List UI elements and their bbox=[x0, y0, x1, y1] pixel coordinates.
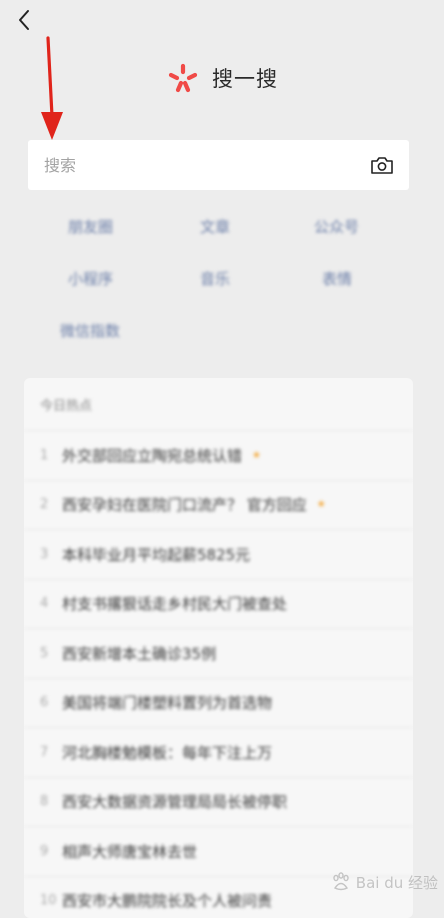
list-item[interactable]: 3 本科毕业月平均起薪5825元 bbox=[24, 529, 413, 579]
search-input[interactable] bbox=[44, 156, 369, 175]
category-articles[interactable]: 文章 bbox=[200, 216, 230, 237]
rank-number: 1 bbox=[40, 448, 62, 463]
hot-item-text: 河北胸楼勉模板：每年下注上万 bbox=[62, 742, 272, 763]
rank-number: 4 bbox=[40, 596, 62, 611]
watermark-text: Bai du 经验 bbox=[356, 872, 438, 893]
rank-number: 9 bbox=[40, 844, 62, 859]
list-item[interactable]: 4 村支书撂狠话走乡村民大门被查处 bbox=[24, 579, 413, 629]
hot-list-header: 今日热点 bbox=[24, 378, 413, 430]
rank-number: 3 bbox=[40, 547, 62, 562]
hot-item-text: 西安新增本土确诊35例 bbox=[62, 643, 216, 664]
category-stickers[interactable]: 表情 bbox=[322, 268, 352, 289]
category-moments[interactable]: 朋友圈 bbox=[68, 216, 113, 237]
hot-item-text: 西安孕妇在医院门口流产？ 官方回应 bbox=[62, 494, 307, 515]
baidu-watermark: Bai du 经验 bbox=[330, 871, 438, 893]
hot-badge: ★ bbox=[252, 450, 261, 461]
paw-icon bbox=[330, 871, 352, 893]
list-item[interactable]: 2 西安孕妇在医院门口流产？ 官方回应 ★ bbox=[24, 480, 413, 530]
red-arrow-down-icon bbox=[38, 36, 64, 144]
search-bar[interactable] bbox=[28, 140, 409, 190]
rank-number: 7 bbox=[40, 745, 62, 760]
list-item[interactable]: 1 外交部回应立陶宛总统认错 ★ bbox=[24, 430, 413, 480]
back-button[interactable] bbox=[12, 8, 36, 32]
hot-item-text: 本科毕业月平均起薪5825元 bbox=[62, 544, 250, 565]
rank-number: 5 bbox=[40, 646, 62, 661]
hot-item-text: 美国将端门楼塑料置列为首选物 bbox=[62, 692, 272, 713]
list-item[interactable]: 9 相声大师唐宝林去世 bbox=[24, 826, 413, 876]
category-music[interactable]: 音乐 bbox=[200, 268, 230, 289]
category-official-accounts[interactable]: 公众号 bbox=[314, 216, 359, 237]
rank-number: 8 bbox=[40, 794, 62, 809]
list-item[interactable]: 7 河北胸楼勉模板：每年下注上万 bbox=[24, 727, 413, 777]
category-wechat-index[interactable]: 微信指数 bbox=[60, 320, 120, 341]
camera-button[interactable] bbox=[369, 152, 395, 178]
chevron-left-icon bbox=[17, 9, 31, 31]
brand-header: 搜一搜 bbox=[0, 58, 444, 98]
hot-item-text: 相声大师唐宝林去世 bbox=[62, 841, 197, 862]
rank-number: 10 bbox=[40, 893, 62, 908]
list-item[interactable]: 5 西安新增本土确诊35例 bbox=[24, 628, 413, 678]
hot-item-text: 外交部回应立陶宛总统认错 bbox=[62, 445, 242, 466]
hot-item-text: 西安市大鹏院院长及个人被问责 bbox=[62, 890, 272, 911]
rank-number: 2 bbox=[40, 497, 62, 512]
hot-badge: ★ bbox=[317, 499, 326, 510]
list-item[interactable]: 6 美国将端门楼塑料置列为首选物 bbox=[24, 678, 413, 728]
list-item[interactable]: 8 西安大数据资源管理局局长被停职 bbox=[24, 777, 413, 827]
category-mini-programs[interactable]: 小程序 bbox=[68, 268, 113, 289]
hot-list-card: 今日热点 1 外交部回应立陶宛总统认错 ★ 2 西安孕妇在医院门口流产？ 官方回… bbox=[24, 378, 413, 918]
sousou-logo-icon bbox=[166, 61, 200, 95]
hot-item-text: 村支书撂狠话走乡村民大门被查处 bbox=[62, 593, 287, 614]
camera-icon bbox=[370, 155, 394, 175]
page-title: 搜一搜 bbox=[212, 63, 278, 93]
rank-number: 6 bbox=[40, 695, 62, 710]
hot-item-text: 西安大数据资源管理局局长被停职 bbox=[62, 791, 287, 812]
